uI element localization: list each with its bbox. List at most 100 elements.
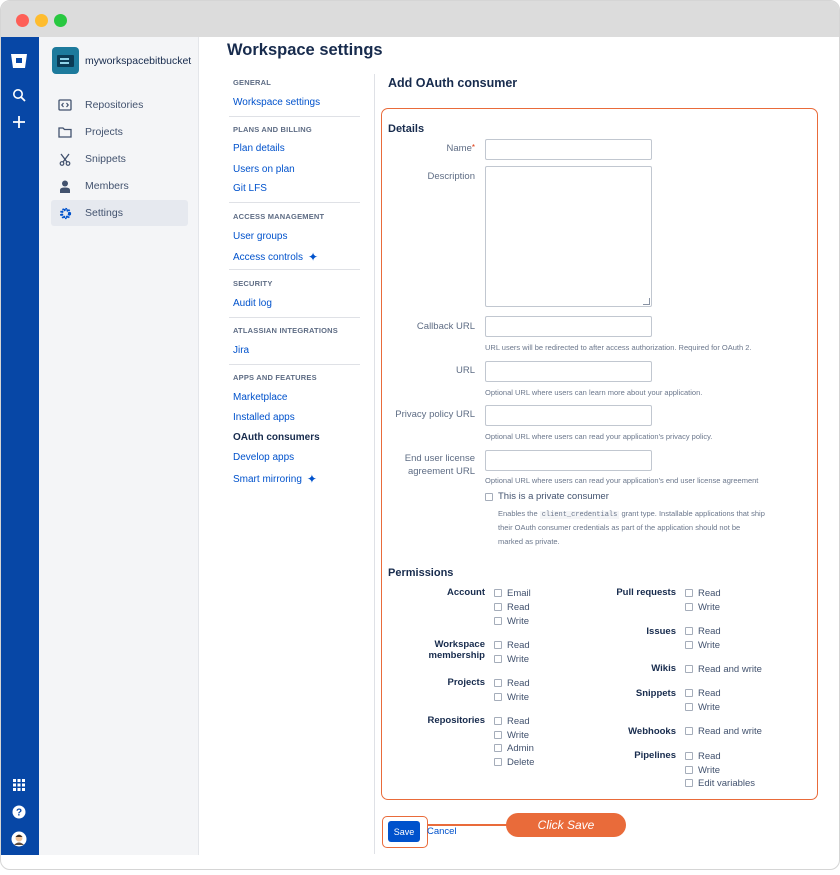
webhooks-read-write-checkbox[interactable]	[685, 727, 693, 735]
privacy-policy-input[interactable]	[485, 405, 652, 426]
permissions-heading: Permissions	[388, 567, 454, 579]
sidebar-item-members[interactable]: Members	[51, 173, 188, 199]
checkbox-label: Read	[507, 640, 530, 651]
section-title-general: GENERAL	[233, 78, 272, 87]
sidebar-item-projects[interactable]: Projects	[51, 119, 188, 145]
url-help: Optional URL where users can learn more …	[485, 388, 703, 397]
checkbox-label: Write	[698, 702, 720, 713]
checkbox-label: Admin	[507, 743, 534, 754]
checkbox-label: Read	[507, 602, 530, 613]
perm-pull-requests-label: Pull requests	[616, 587, 676, 598]
pipelines-write-checkbox[interactable]	[685, 766, 693, 774]
checkbox-label: Delete	[507, 757, 535, 768]
search-icon[interactable]	[9, 85, 29, 105]
workspace-read-checkbox[interactable]	[494, 641, 502, 649]
link-smart-mirroring[interactable]: Smart mirroring ✦	[233, 472, 317, 486]
close-window-button[interactable]	[16, 14, 29, 27]
pull-requests-read-checkbox[interactable]	[685, 589, 693, 597]
callback-url-label: Callback URL	[416, 321, 475, 332]
workspace-write-checkbox[interactable]	[494, 655, 502, 663]
workspace-header[interactable]: myworkspacebitbucket	[52, 47, 191, 74]
help-icon[interactable]: ?	[9, 802, 29, 822]
workspace-name: myworkspacebitbucket	[85, 54, 192, 67]
link-oauth-consumers[interactable]: OAuth consumers	[233, 432, 320, 443]
sidebar-item-settings[interactable]: Settings	[51, 200, 188, 226]
issues-read-checkbox[interactable]	[685, 627, 693, 635]
link-jira[interactable]: Jira	[233, 345, 249, 356]
link-audit-log[interactable]: Audit log	[233, 298, 272, 309]
perm-workspace-label-line-1: Workspace	[434, 639, 485, 650]
bitbucket-logo-icon[interactable]	[9, 51, 29, 71]
eula-label-line-1: End user license	[404, 453, 475, 464]
section-title-integrations: ATLASSIAN INTEGRATIONS	[233, 326, 338, 335]
maximize-window-button[interactable]	[54, 14, 67, 27]
link-git-lfs[interactable]: Git LFS	[233, 183, 267, 194]
link-workspace-settings[interactable]: Workspace settings	[233, 97, 320, 108]
wikis-read-write-checkbox[interactable]	[685, 665, 693, 673]
eula-input[interactable]	[485, 450, 652, 471]
link-marketplace[interactable]: Marketplace	[233, 392, 287, 403]
sidebar-item-label: Repositories	[85, 99, 144, 111]
global-navigation-rail: ?	[1, 37, 39, 855]
link-develop-apps[interactable]: Develop apps	[233, 452, 294, 463]
click-save-callout: Click Save	[506, 813, 626, 837]
snippets-write-checkbox[interactable]	[685, 703, 693, 711]
resize-handle-icon[interactable]	[643, 298, 650, 305]
link-access-controls[interactable]: Access controls ✦	[233, 250, 318, 264]
user-avatar-icon[interactable]	[9, 829, 29, 849]
url-input[interactable]	[485, 361, 652, 382]
pipelines-read-checkbox[interactable]	[685, 752, 693, 760]
perm-projects-label: Projects	[447, 677, 486, 688]
sidebar-item-repositories[interactable]: Repositories	[51, 92, 188, 118]
pull-requests-write-checkbox[interactable]	[685, 603, 693, 611]
checkbox-label: Email	[507, 588, 531, 599]
sidebar-item-snippets[interactable]: Snippets	[51, 146, 188, 172]
browser-window: ? myworkspacebitbucket Repositories Proj…	[0, 0, 840, 870]
workspace-sidebar: myworkspacebitbucket Repositories Projec…	[39, 37, 199, 855]
name-input[interactable]	[485, 139, 652, 160]
checkbox-label: Write	[507, 654, 529, 665]
perm-snippets-label: Snippets	[635, 688, 676, 699]
repositories-admin-checkbox[interactable]	[494, 744, 502, 752]
checkbox-label: Write	[698, 640, 720, 651]
description-textarea[interactable]	[485, 166, 652, 307]
page-title: Workspace settings	[227, 41, 383, 59]
app-switcher-icon[interactable]	[9, 775, 29, 795]
perm-account-label: Account	[447, 587, 485, 598]
sidebar-item-label: Snippets	[85, 153, 126, 165]
section-title-plans: PLANS AND BILLING	[233, 125, 312, 134]
repositories-read-checkbox[interactable]	[494, 717, 502, 725]
checkbox-label: Edit variables	[698, 778, 756, 789]
link-users-on-plan[interactable]: Users on plan	[233, 164, 295, 175]
create-plus-icon[interactable]	[9, 112, 29, 132]
link-user-groups[interactable]: User groups	[233, 231, 287, 242]
repositories-write-checkbox[interactable]	[494, 731, 502, 739]
cancel-link[interactable]: Cancel	[427, 826, 457, 837]
private-consumer-checkbox[interactable]	[485, 493, 493, 501]
form-title: Add OAuth consumer	[388, 76, 518, 90]
sparkle-icon: ✦	[308, 250, 319, 264]
snippets-read-checkbox[interactable]	[685, 689, 693, 697]
pipelines-edit-variables-checkbox[interactable]	[685, 779, 693, 787]
minimize-window-button[interactable]	[35, 14, 48, 27]
projects-write-checkbox[interactable]	[494, 693, 502, 701]
checkbox-label: Read	[507, 716, 530, 727]
repositories-delete-checkbox[interactable]	[494, 758, 502, 766]
perm-webhooks-label: Webhooks	[628, 726, 676, 737]
link-installed-apps[interactable]: Installed apps	[233, 412, 295, 423]
callback-url-help: URL users will be redirected to after ac…	[485, 343, 752, 352]
checkbox-label: Read and write	[698, 664, 762, 675]
required-mark: *	[471, 143, 475, 152]
save-button[interactable]: Save	[388, 821, 420, 842]
account-email-checkbox[interactable]	[494, 589, 502, 597]
link-plan-details[interactable]: Plan details	[233, 143, 285, 154]
callback-url-input[interactable]	[485, 316, 652, 337]
issues-write-checkbox[interactable]	[685, 641, 693, 649]
account-read-checkbox[interactable]	[494, 603, 502, 611]
projects-read-checkbox[interactable]	[494, 679, 502, 687]
scissors-icon	[51, 153, 79, 166]
name-label-text: Name	[446, 143, 472, 154]
account-write-checkbox[interactable]	[494, 617, 502, 625]
svg-text:?: ?	[16, 808, 22, 819]
checkbox-label: Read	[698, 751, 721, 762]
